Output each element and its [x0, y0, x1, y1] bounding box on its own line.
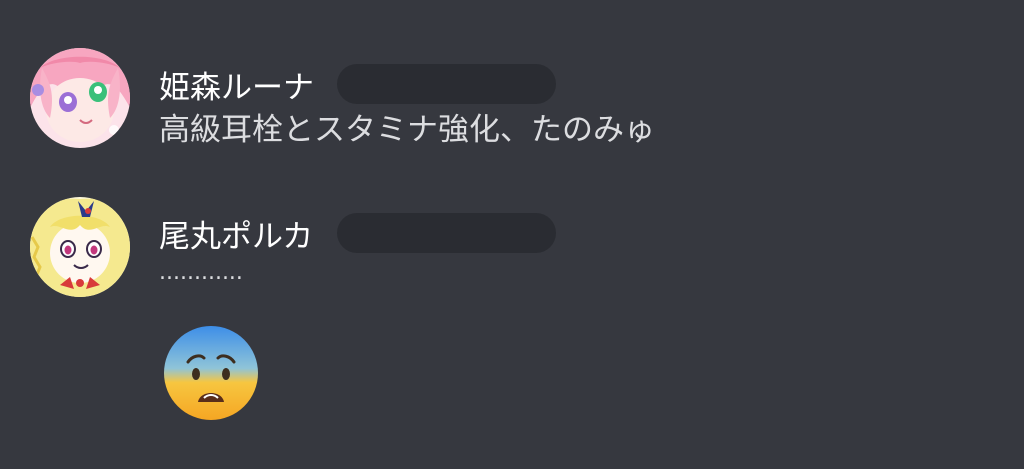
message-text: ............	[159, 260, 243, 285]
redacted-tag	[337, 213, 556, 253]
username[interactable]: 姫森ルーナ	[159, 68, 314, 108]
username[interactable]: 尾丸ポルカ	[159, 217, 313, 257]
chat-message: 尾丸ポルカ ............	[0, 197, 1024, 307]
pink-haired-girl-avatar-icon[interactable]	[30, 48, 130, 148]
message-text: 高級耳栓とスタミナ強化、たのみゅ	[159, 112, 655, 148]
anxious-face-with-sweat-icon	[162, 324, 260, 422]
redacted-tag	[337, 64, 556, 104]
chat-message: 姫森ルーナ 高級耳栓とスタミナ強化、たのみゅ	[0, 48, 1024, 158]
blonde-girl-avatar-icon[interactable]	[30, 197, 130, 297]
